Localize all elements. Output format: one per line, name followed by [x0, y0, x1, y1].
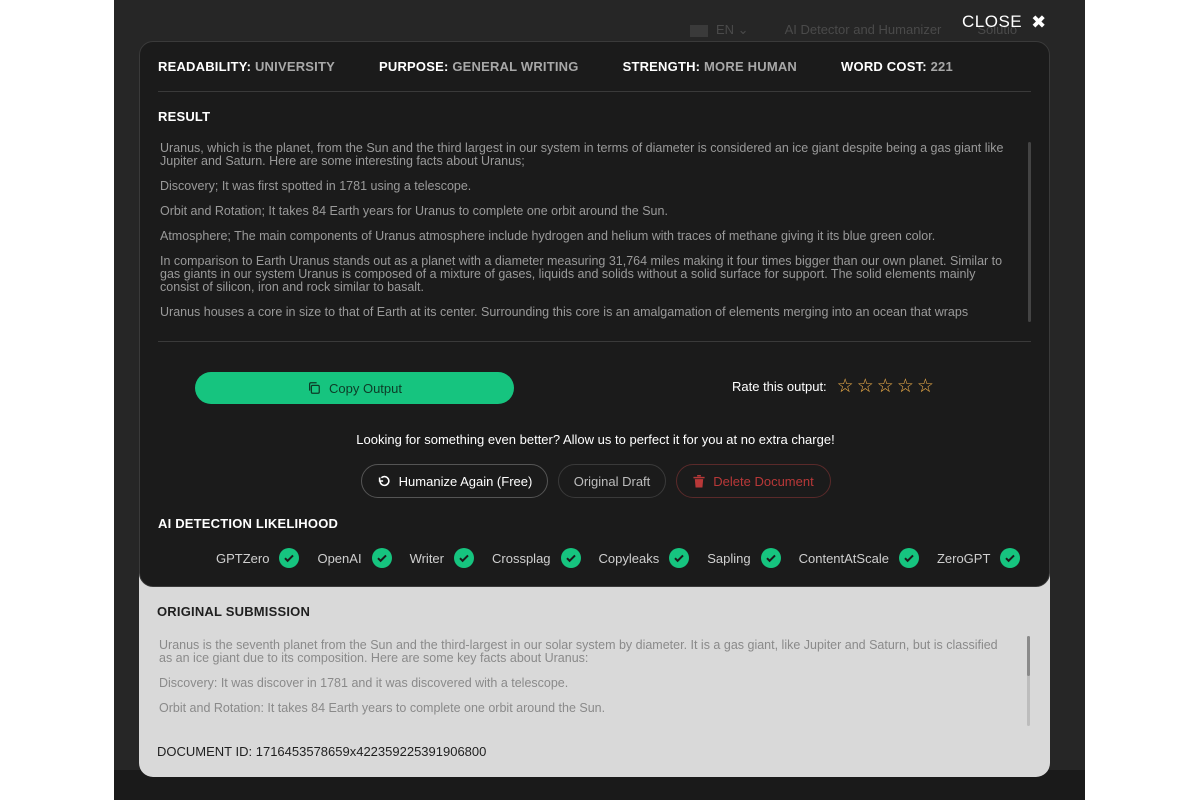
original-draft-button[interactable]: Original Draft: [558, 464, 666, 498]
meta-readability: READABILITY: UNIVERSITY: [158, 59, 335, 74]
detector-openai: OpenAI: [317, 548, 392, 568]
result-panel: READABILITY: UNIVERSITY PURPOSE: GENERAL…: [139, 41, 1050, 587]
star-icon[interactable]: ☆: [877, 377, 894, 396]
star-icon[interactable]: ☆: [917, 377, 934, 396]
detection-title: AI DETECTION LIKELIHOOD: [158, 516, 339, 531]
improve-prompt: Looking for something even better? Allow…: [356, 432, 835, 447]
star-icon[interactable]: ☆: [857, 377, 874, 396]
result-paragraph: Atmosphere; The main components of Uranu…: [160, 229, 936, 243]
original-paragraph: Orbit and Rotation: It takes 84 Earth ye…: [159, 701, 606, 715]
original-paragraph: Uranus is the seventh planet from the Su…: [159, 639, 998, 665]
check-icon: [1000, 548, 1021, 568]
close-button[interactable]: CLOSE ✖: [962, 12, 1047, 32]
result-paragraph: In comparison to Earth Uranus stands out…: [160, 254, 1003, 294]
original-scrollbar-thumb[interactable]: [1027, 636, 1030, 676]
result-output-text[interactable]: Uranus, which is the planet, from the Su…: [160, 142, 1010, 324]
detector-copyleaks: Copyleaks: [599, 548, 690, 568]
check-icon: [669, 548, 690, 568]
check-icon: [371, 548, 392, 568]
refresh-icon: [378, 475, 390, 487]
detector-sapling: Sapling: [707, 548, 781, 568]
document-actions: Humanize Again (Free) Original Draft Del…: [361, 464, 831, 498]
settings-summary: READABILITY: UNIVERSITY PURPOSE: GENERAL…: [158, 59, 953, 74]
flag-icon: [690, 24, 708, 37]
divider: [158, 91, 1031, 92]
star-rating: ☆ ☆ ☆ ☆ ☆: [837, 377, 934, 396]
detector-gptzero: GPTZero: [216, 548, 300, 568]
detector-contentatscale: ContentAtScale: [799, 548, 919, 568]
detector-zerogpt: ZeroGPT: [937, 548, 1021, 568]
meta-strength: STRENGTH: MORE HUMAN: [622, 59, 798, 74]
copy-icon: [309, 382, 320, 394]
language-selector[interactable]: EN ⌄: [690, 22, 749, 38]
close-label: CLOSE: [962, 12, 1023, 31]
check-icon: [560, 548, 581, 568]
divider: [158, 341, 1031, 342]
original-submission-panel: ORIGINAL SUBMISSION Uranus is the sevent…: [139, 571, 1050, 777]
rating-control: Rate this output: ☆ ☆ ☆ ☆ ☆: [732, 377, 934, 396]
detector-list: GPTZero OpenAI Writer Crossplag Copyleak…: [216, 548, 1021, 568]
check-icon: [454, 548, 474, 568]
check-icon: [279, 548, 300, 568]
original-text[interactable]: Uranus is the seventh planet from the Su…: [159, 639, 1009, 729]
star-icon[interactable]: ☆: [897, 377, 914, 396]
close-icon: ✖: [1031, 12, 1047, 32]
delete-document-button[interactable]: Delete Document: [676, 464, 831, 498]
result-paragraph: Uranus, which is the planet, from the Su…: [160, 142, 1004, 168]
check-icon: [898, 548, 919, 568]
result-modal: READABILITY: UNIVERSITY PURPOSE: GENERAL…: [139, 41, 1050, 777]
result-scrollbar[interactable]: [1028, 142, 1031, 322]
humanize-again-button[interactable]: Humanize Again (Free): [361, 464, 548, 498]
trash-icon: [693, 474, 705, 488]
original-paragraph: Discovery: It was discover in 1781 and i…: [159, 676, 569, 690]
result-title: RESULT: [158, 109, 211, 124]
document-id: DOCUMENT ID: 1716453578659x4223592253919…: [157, 744, 487, 759]
copy-output-button[interactable]: Copy Output: [195, 372, 514, 404]
detector-crossplag: Crossplag: [492, 548, 581, 568]
rate-label: Rate this output:: [732, 379, 827, 394]
result-paragraph: Orbit and Rotation; It takes 84 Earth ye…: [160, 204, 668, 218]
page: EN ⌄ AI Detector and Humanizer Solutio C…: [0, 0, 1200, 800]
meta-word-cost: WORD COST: 221: [841, 59, 953, 74]
star-icon[interactable]: ☆: [837, 377, 854, 396]
check-icon: [760, 548, 781, 568]
nav-link[interactable]: AI Detector and Humanizer: [785, 22, 942, 38]
original-title: ORIGINAL SUBMISSION: [157, 604, 311, 619]
result-paragraph: Uranus houses a core in size to that of …: [160, 305, 969, 319]
meta-purpose: PURPOSE: GENERAL WRITING: [378, 59, 579, 74]
result-paragraph: Discovery; It was first spotted in 1781 …: [160, 179, 472, 193]
detector-writer: Writer: [410, 548, 474, 568]
